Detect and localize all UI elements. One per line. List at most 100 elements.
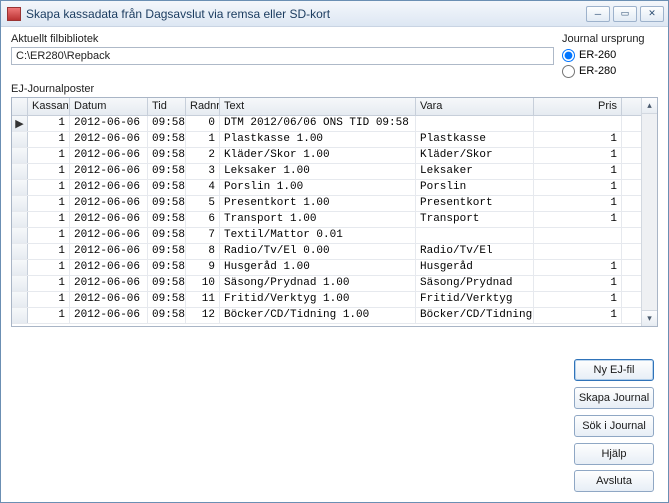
cell-pris: 1	[534, 132, 622, 147]
path-label: Aktuellt filbibliotek	[11, 33, 554, 45]
table-row[interactable]: 12012-06-0609:589Husgeråd 1.00Husgeråd1	[12, 260, 641, 276]
cell-datum: 2012-06-06	[70, 228, 148, 243]
row-selector[interactable]	[12, 276, 28, 291]
cell-kassanr: 1	[28, 260, 70, 275]
cell-tid: 09:58	[148, 164, 186, 179]
maximize-button[interactable]: ▭	[613, 6, 637, 22]
row-selector[interactable]	[12, 180, 28, 195]
cell-tid: 09:58	[148, 276, 186, 291]
cell-datum: 2012-06-06	[70, 148, 148, 163]
journal-source-label: Journal ursprung	[562, 33, 658, 45]
row-selector[interactable]	[12, 308, 28, 323]
search-journal-button[interactable]: Sök i Journal	[574, 415, 654, 437]
col-pris[interactable]: Pris	[534, 98, 622, 115]
minimize-button[interactable]: ─	[586, 6, 610, 22]
col-text[interactable]: Text	[220, 98, 416, 115]
cell-text: Porslin 1.00	[220, 180, 416, 195]
cell-text: Leksaker 1.00	[220, 164, 416, 179]
cell-kassanr: 1	[28, 196, 70, 211]
cell-vara: Böcker/CD/Tidning	[416, 308, 534, 323]
cell-tid: 09:58	[148, 308, 186, 323]
cell-vara: Presentkort	[416, 196, 534, 211]
help-button[interactable]: Hjälp	[574, 443, 654, 465]
scroll-up-icon[interactable]: ▴	[642, 98, 657, 114]
cell-kassanr: 1	[28, 308, 70, 323]
cell-datum: 2012-06-06	[70, 132, 148, 147]
cell-tid: 09:58	[148, 148, 186, 163]
cell-radnr: 0	[186, 116, 220, 131]
row-selector[interactable]	[12, 132, 28, 147]
cell-pris: 1	[534, 276, 622, 291]
radio-er260[interactable]	[562, 49, 575, 62]
grid-header: Kassanr Datum Tid Radnr Text Vara Pris	[12, 98, 641, 116]
close-button[interactable]: Avsluta	[574, 470, 654, 492]
cell-radnr: 10	[186, 276, 220, 291]
col-kassanr[interactable]: Kassanr	[28, 98, 70, 115]
table-row[interactable]: ▶12012-06-0609:580DTM 2012/06/06 ONS TID…	[12, 116, 641, 132]
cell-radnr: 11	[186, 292, 220, 307]
cell-tid: 09:58	[148, 292, 186, 307]
cell-pris	[534, 244, 622, 259]
cell-pris: 1	[534, 212, 622, 227]
cell-text: Fritid/Verktyg 1.00	[220, 292, 416, 307]
cell-datum: 2012-06-06	[70, 180, 148, 195]
row-selector[interactable]	[12, 244, 28, 259]
cell-datum: 2012-06-06	[70, 292, 148, 307]
path-input[interactable]	[11, 47, 554, 65]
cell-tid: 09:58	[148, 180, 186, 195]
table-row[interactable]: 12012-06-0609:588Radio/Tv/El 0.00Radio/T…	[12, 244, 641, 260]
table-row[interactable]: 12012-06-0609:581Plastkasse 1.00Plastkas…	[12, 132, 641, 148]
cell-radnr: 4	[186, 180, 220, 195]
table-row[interactable]: 12012-06-0609:583Leksaker 1.00Leksaker1	[12, 164, 641, 180]
cell-tid: 09:58	[148, 228, 186, 243]
cell-datum: 2012-06-06	[70, 116, 148, 131]
create-journal-button[interactable]: Skapa Journal	[574, 387, 654, 409]
cell-pris: 1	[534, 148, 622, 163]
cell-pris: 1	[534, 164, 622, 179]
col-vara[interactable]: Vara	[416, 98, 534, 115]
table-row[interactable]: 12012-06-0609:586Transport 1.00Transport…	[12, 212, 641, 228]
cell-vara: Kläder/Skor	[416, 148, 534, 163]
table-row[interactable]: 12012-06-0609:5812Böcker/CD/Tidning 1.00…	[12, 308, 641, 324]
row-selector[interactable]	[12, 148, 28, 163]
cell-tid: 09:58	[148, 260, 186, 275]
col-datum[interactable]: Datum	[70, 98, 148, 115]
row-selector[interactable]: ▶	[12, 116, 28, 131]
cell-pris: 1	[534, 292, 622, 307]
row-selector[interactable]	[12, 228, 28, 243]
cell-vara: Leksaker	[416, 164, 534, 179]
table-row[interactable]: 12012-06-0609:587Textil/Mattor 0.01	[12, 228, 641, 244]
table-row[interactable]: 12012-06-0609:582Kläder/Skor 1.00Kläder/…	[12, 148, 641, 164]
cell-vara: Fritid/Verktyg	[416, 292, 534, 307]
cell-kassanr: 1	[28, 228, 70, 243]
cell-text: DTM 2012/06/06 ONS TID 09:58	[220, 116, 416, 131]
cell-radnr: 12	[186, 308, 220, 323]
table-row[interactable]: 12012-06-0609:585Presentkort 1.00Present…	[12, 196, 641, 212]
cell-datum: 2012-06-06	[70, 212, 148, 227]
col-radnr[interactable]: Radnr	[186, 98, 220, 115]
row-selector[interactable]	[12, 292, 28, 307]
radio-er280[interactable]	[562, 65, 575, 78]
table-row[interactable]: 12012-06-0609:5810Säsong/Prydnad 1.00Säs…	[12, 276, 641, 292]
table-row[interactable]: 12012-06-0609:584Porslin 1.00Porslin1	[12, 180, 641, 196]
cell-kassanr: 1	[28, 212, 70, 227]
cell-pris	[534, 116, 622, 131]
cell-radnr: 5	[186, 196, 220, 211]
vertical-scrollbar[interactable]: ▴ ▾	[641, 98, 657, 326]
grid-title: EJ-Journalposter	[11, 83, 658, 95]
col-tid[interactable]: Tid	[148, 98, 186, 115]
cell-kassanr: 1	[28, 180, 70, 195]
row-selector[interactable]	[12, 260, 28, 275]
cell-text: Kläder/Skor 1.00	[220, 148, 416, 163]
cell-text: Säsong/Prydnad 1.00	[220, 276, 416, 291]
cell-radnr: 8	[186, 244, 220, 259]
row-selector[interactable]	[12, 164, 28, 179]
scroll-down-icon[interactable]: ▾	[642, 310, 657, 326]
cell-datum: 2012-06-06	[70, 260, 148, 275]
row-selector[interactable]	[12, 212, 28, 227]
new-ej-file-button[interactable]: Ny EJ-fil	[574, 359, 654, 381]
table-row[interactable]: 1 2012-06-0609:5811Fritid/Verktyg 1.00Fri…	[12, 292, 641, 308]
row-selector[interactable]	[12, 196, 28, 211]
close-window-button[interactable]: ✕	[640, 6, 664, 22]
cell-tid: 09:58	[148, 132, 186, 147]
